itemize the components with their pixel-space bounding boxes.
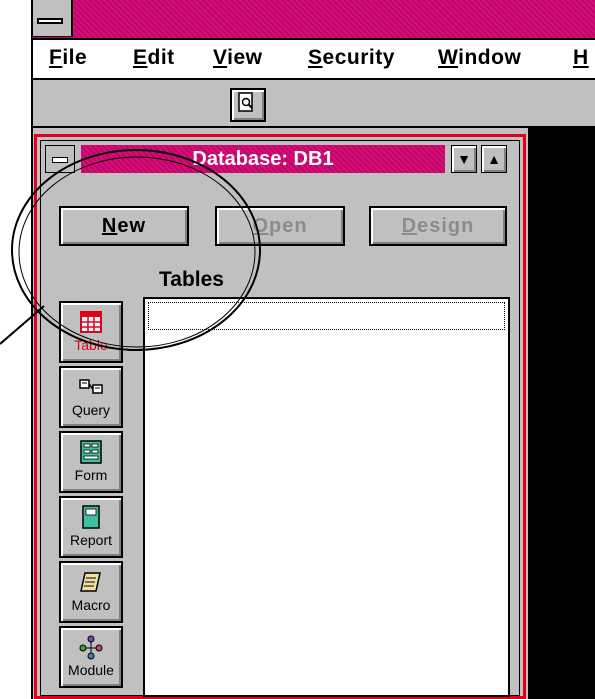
new-button[interactable]: New [59,206,189,246]
maximize-button[interactable]: ▲ [481,145,507,173]
tab-label: Macro [71,597,111,613]
toolbar-preview-button[interactable] [230,88,266,122]
menu-file[interactable]: File [49,46,87,70]
menu-edit[interactable]: Edit [133,46,175,70]
list-focus-row[interactable] [148,302,505,330]
database-window-frame: Database: DB1 ▼ ▲ New Open Design Tables… [40,140,520,697]
report-icon [82,505,100,529]
tab-label: Report [69,532,113,548]
system-menu-icon [37,18,63,24]
tab-macro[interactable]: Macro [59,561,123,623]
tab-report[interactable]: Report [59,496,123,558]
macro-scroll-icon [80,572,101,592]
tab-table[interactable]: Table [59,301,123,363]
minimize-button[interactable]: ▼ [451,145,477,173]
table-icon [80,311,102,333]
tab-label: Query [71,402,111,418]
triangle-down-icon: ▼ [457,151,471,167]
tab-label: Table [74,337,108,353]
tab-label: Module [68,662,114,678]
menu-help[interactable]: H [573,46,589,70]
mdi-workspace [528,128,595,699]
query-icon [79,379,103,394]
object-list[interactable] [143,297,510,697]
tab-label: Form [74,467,108,483]
open-button[interactable]: Open [215,206,345,246]
menu-view[interactable]: View [213,46,263,70]
magnifier-page-icon [238,92,253,112]
menu-window[interactable]: Window [438,46,521,70]
triangle-up-icon: ▲ [487,151,501,167]
toolbar [33,80,595,128]
menu-bar: File Edit View Security Window H [33,40,595,80]
form-icon [80,440,102,464]
app-title-bar [33,0,595,40]
tab-module[interactable]: Module [59,626,123,688]
menu-security[interactable]: Security [308,46,395,70]
database-window: Database: DB1 ▼ ▲ New Open Design Tables… [34,134,526,699]
system-menu-icon [52,157,68,163]
module-icon [79,635,103,660]
object-list-heading: Tables [159,268,224,291]
db-window-title: Database: DB1 [81,145,445,173]
design-button[interactable]: Design [369,206,507,246]
tab-query[interactable]: Query [59,366,123,428]
db-system-menu-button[interactable] [45,145,75,173]
app-system-menu-button[interactable] [33,0,73,37]
tab-form[interactable]: Form [59,431,123,493]
